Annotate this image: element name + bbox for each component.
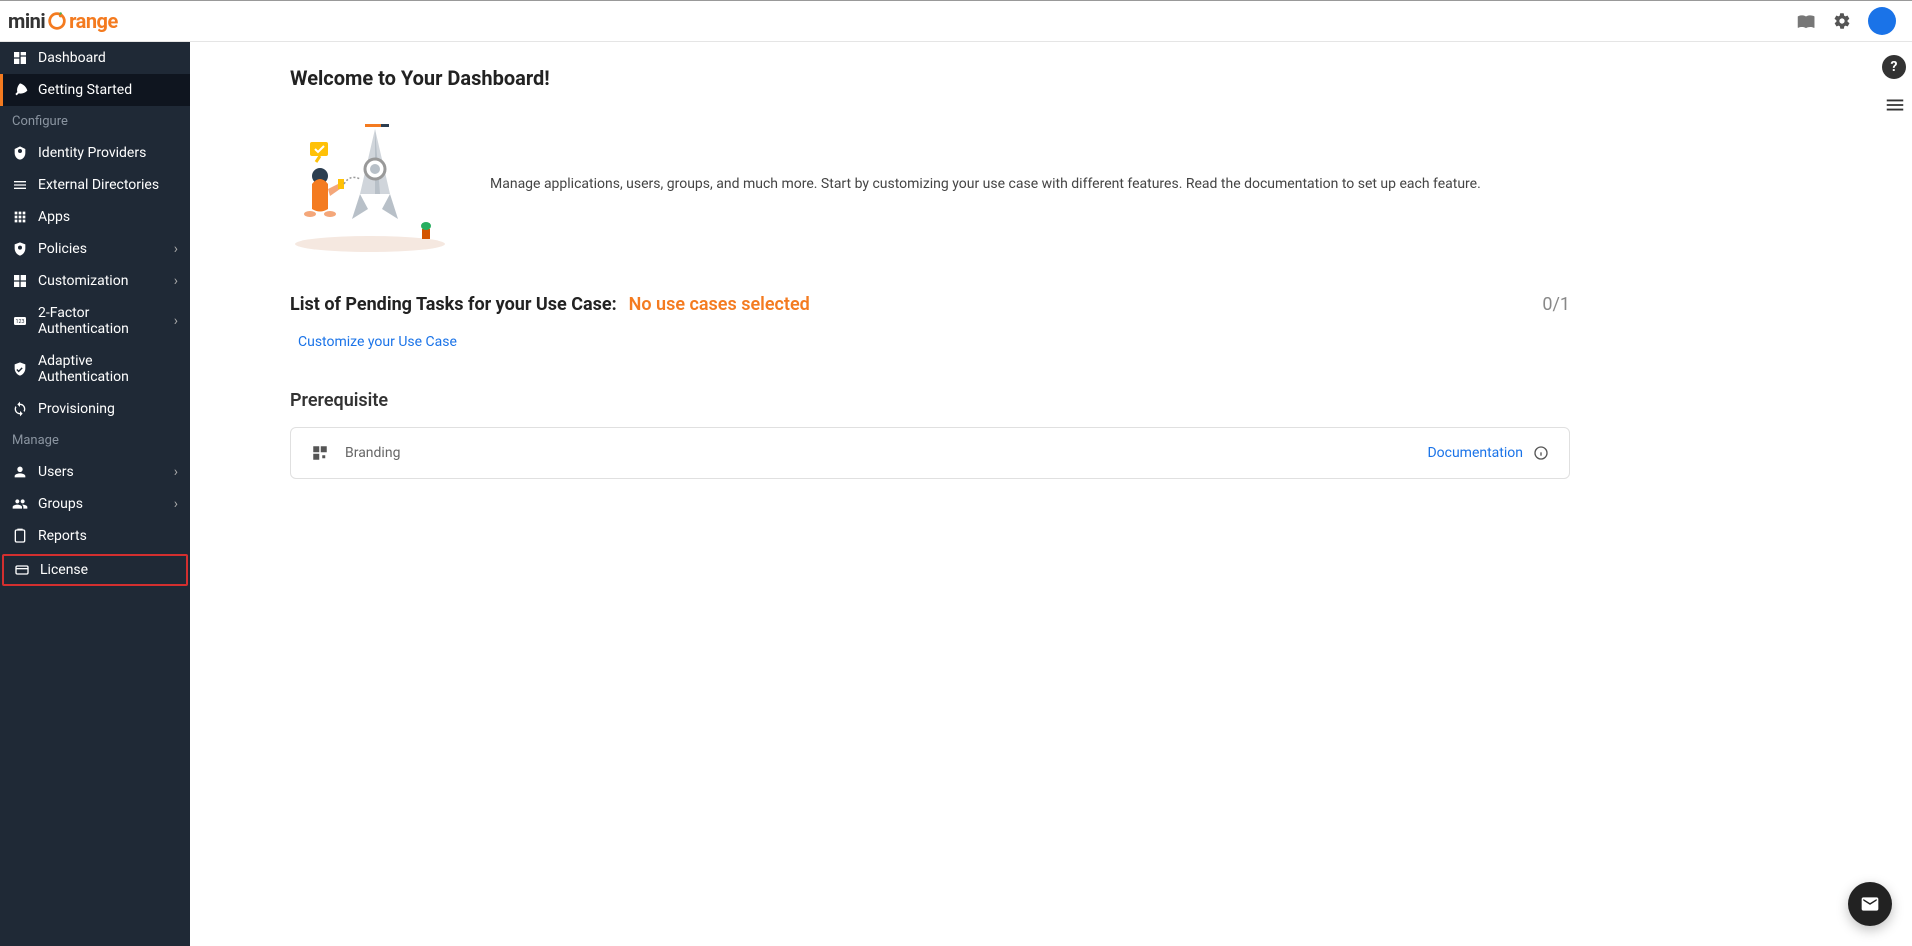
policies-icon (12, 241, 28, 257)
rocket-icon (12, 82, 28, 98)
sidebar-item-reports[interactable]: Reports (0, 520, 190, 552)
sidebar-item-getting-started[interactable]: Getting Started (0, 74, 190, 106)
customize-link[interactable]: Customize your Use Case (298, 334, 457, 350)
help-button[interactable]: ? (1882, 55, 1906, 79)
logo-o-icon (46, 10, 68, 32)
tasks-title: List of Pending Tasks for your Use Case: (290, 294, 617, 315)
welcome-description: Manage applications, users, groups, and … (490, 173, 1570, 195)
chevron-icon: › (174, 313, 178, 329)
hero-illustration (290, 114, 450, 254)
nav-label: Identity Providers (38, 145, 178, 161)
sidebar: Dashboard Getting Started Configure Iden… (0, 42, 190, 946)
branding-icon (311, 444, 329, 462)
directories-icon (12, 177, 28, 193)
nav-label: Getting Started (38, 82, 178, 98)
users-icon (12, 464, 28, 480)
groups-icon (12, 496, 28, 512)
sidebar-item-policies[interactable]: Policies › (0, 233, 190, 265)
chevron-icon: › (174, 496, 178, 512)
nav-label: Apps (38, 209, 178, 225)
sidebar-item-apps[interactable]: Apps (0, 201, 190, 233)
nav-label: Dashboard (38, 50, 178, 66)
chevron-icon: › (174, 464, 178, 480)
svg-text:123: 123 (16, 319, 25, 325)
avatar[interactable] (1868, 7, 1896, 35)
card-label: Branding (345, 445, 400, 461)
docs-icon[interactable] (1796, 11, 1816, 31)
sidebar-item-license[interactable]: License (2, 554, 188, 586)
no-usecase-label: No use cases selected (629, 294, 810, 315)
task-count: 0/1 (1542, 294, 1570, 315)
nav-label: Groups (38, 496, 164, 512)
main: Welcome to Your Dashboard! (190, 42, 1912, 946)
chevron-icon: › (174, 241, 178, 257)
nav-label: Reports (38, 528, 178, 544)
gear-icon[interactable] (1832, 11, 1852, 31)
nav-section-manage: Manage (0, 425, 190, 456)
sidebar-item-provisioning[interactable]: Provisioning (0, 393, 190, 425)
dashboard-icon (12, 50, 28, 66)
sidebar-item-identity-providers[interactable]: Identity Providers (0, 137, 190, 169)
header: mini range (0, 0, 1912, 42)
nav-label: Customization (38, 273, 164, 289)
logo-text-2: range (69, 9, 118, 33)
nav-label: 2-Factor Authentication (38, 305, 164, 337)
license-icon (14, 562, 30, 578)
prerequisite-title: Prerequisite (290, 390, 1570, 411)
logo[interactable]: mini range (8, 9, 118, 33)
chat-button[interactable] (1848, 882, 1892, 926)
info-icon[interactable] (1533, 445, 1549, 461)
nav-label: License (40, 562, 176, 578)
sidebar-item-users[interactable]: Users › (0, 456, 190, 488)
customization-icon (12, 273, 28, 289)
sidebar-item-2fa[interactable]: 123 2-Factor Authentication › (0, 297, 190, 345)
sidebar-item-groups[interactable]: Groups › (0, 488, 190, 520)
branding-card: Branding Documentation (290, 427, 1570, 479)
sidebar-item-adaptive-auth[interactable]: Adaptive Authentication (0, 345, 190, 393)
apps-icon (12, 209, 28, 225)
nav-label: Provisioning (38, 401, 178, 417)
nav-label: Users (38, 464, 164, 480)
2fa-icon: 123 (12, 313, 28, 329)
nav-label: External Directories (38, 177, 178, 193)
sidebar-item-external-directories[interactable]: External Directories (0, 169, 190, 201)
sidebar-item-dashboard[interactable]: Dashboard (0, 42, 190, 74)
reports-icon (12, 528, 28, 544)
nav-section-configure: Configure (0, 106, 190, 137)
logo-text-1: mini (8, 9, 45, 33)
nav-label: Adaptive Authentication (38, 353, 178, 385)
idp-icon (12, 145, 28, 161)
nav-label: Policies (38, 241, 164, 257)
documentation-link[interactable]: Documentation (1427, 445, 1523, 461)
header-right (1796, 7, 1896, 35)
provisioning-icon (12, 401, 28, 417)
adaptive-auth-icon (12, 361, 28, 377)
side-menu-button[interactable] (1884, 94, 1906, 120)
page-title: Welcome to Your Dashboard! (290, 66, 1570, 90)
sidebar-item-customization[interactable]: Customization › (0, 265, 190, 297)
chevron-icon: › (174, 273, 178, 289)
